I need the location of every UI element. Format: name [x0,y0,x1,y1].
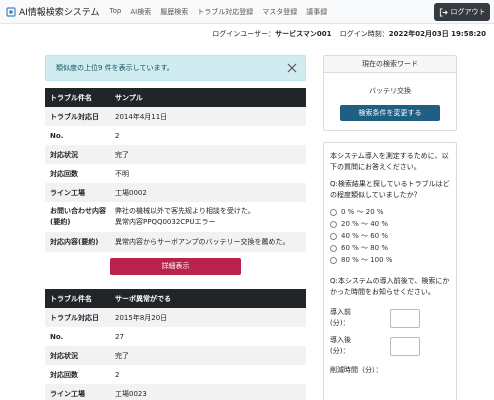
result-count-alert: 類似度の上位9 件を表示しています。 [45,55,306,81]
login-time: 2022年02月03日 19:58:20 [388,30,486,38]
option-label: 60 % ～ 80 % [341,244,389,252]
app-title[interactable]: AI情報検索システム [19,5,100,18]
field-label: ライン工場 [45,183,110,202]
field-label: 対応回数 [45,164,110,183]
before-label: 導入前 (分)： [330,308,351,327]
field-label: 対応内容(要約) [45,232,110,252]
radio-button[interactable] [330,256,337,264]
survey-question-1: Q:検索結果と探しているトラブルはどの程度類似していましたか？ [330,180,450,199]
detail-button[interactable]: 詳細表示 [110,258,241,275]
logout-icon [439,7,448,17]
option-label: 40 % ～ 60 % [341,232,389,240]
field-value: 2 [110,365,306,384]
radio-option[interactable]: 60 % ～ 80 % [330,242,450,254]
before-time-row: 導入前 (分)： [330,307,450,329]
field-label: ライン工場 [45,384,110,400]
table-row: トラブル対応日 2015年8月20日 [45,308,306,327]
similarity-options: 0 % ～ 20 % 20 % ～ 40 % 40 % ～ 60 % 60 % … [330,206,450,266]
nav-link-history-search[interactable]: 履歴検索 [160,7,188,17]
option-label: 0 % ～ 20 % [341,208,384,216]
table-row: No. 27 [45,327,306,346]
table-row: No. 2 [45,126,306,145]
login-user: サービスマン001 [275,30,332,38]
nav-link-ai-search[interactable]: AI検索 [130,7,151,17]
option-label: 80 % ～ 100 % [341,256,393,264]
after-minutes-input[interactable] [390,336,420,356]
field-value: 異常内容からサーボアンプのバッテリー交換を薦めた。 [110,232,306,252]
survey-card: 本システム導入を測定するために、以下の質問にお答えください。 Q:検索結果と探し… [323,142,457,400]
field-value: 2 [110,126,306,145]
radio-button[interactable] [330,220,337,228]
radio-option[interactable]: 20 % ～ 40 % [330,218,450,230]
radio-button[interactable] [330,208,337,216]
field-label: トラブル件名 [45,88,110,107]
field-label: トラブル対応日 [45,107,110,126]
close-icon[interactable] [286,62,298,74]
alert-text: 類似度の上位9 件を表示しています。 [56,64,174,72]
survey-intro: 本システム導入を測定するために、以下の質問にお答えください。 [330,152,449,171]
field-value: 2015年8月20日 [110,308,306,327]
nav-link-top[interactable]: Top [110,7,122,17]
after-label: 導入後 (分)： [330,336,351,355]
table-row: 対応内容(要約) 異常内容からサーボアンプのバッテリー交換を薦めた。 [45,232,306,252]
table-row: トラブル件名 サーボ異常がでる [45,289,306,308]
logout-button[interactable]: ログアウト [434,3,490,21]
radio-option[interactable]: 40 % ～ 60 % [330,230,450,242]
reduction-label: 削減時間（分）： [330,366,383,374]
results-column: 類似度の上位9 件を表示しています。 トラブル件名 サンプル トラブル対応日 201… [45,55,306,400]
table-row: 対応回数 2 [45,365,306,384]
field-label: No. [45,126,110,145]
keyword-card: 現在の検索ワード バッテリ交換 検索条件を変更する [323,55,457,131]
nav-link-minutes[interactable]: 議事録 [306,7,327,17]
current-keyword: バッテリ交換 [369,87,411,95]
radio-option[interactable]: 80 % ～ 100 % [330,254,450,266]
field-label: お問い合わせ内容(要約) [45,202,110,232]
navbar: AI情報検索システム Top AI検索 履歴検索 トラブル対応登録 マスタ登録 … [0,0,494,24]
field-label: トラブル対応日 [45,308,110,327]
radio-button[interactable] [330,232,337,240]
result-table-1: トラブル件名 サンプル トラブル対応日 2014年4月11日 No. 2 対応状況 完了… [45,88,306,252]
table-row: トラブル対応日 2014年4月11日 [45,107,306,126]
login-time-label: ログイン時刻： [339,30,389,38]
table-row: 対応状況 完了 [45,346,306,365]
field-value: 完了 [110,145,306,164]
field-value: 工場0023 [110,384,306,400]
field-value: サーボ異常がでる [110,289,306,308]
keyword-card-title: 現在の検索ワード [324,56,456,73]
radio-button[interactable] [330,244,337,252]
logout-label: ログアウト [450,8,486,16]
nav-link-trouble-register[interactable]: トラブル対応登録 [197,7,253,17]
field-label: トラブル件名 [45,289,110,308]
field-label: 対応状況 [45,346,110,365]
option-label: 20 % ～ 40 % [341,220,389,228]
table-row: 対応回数 不明 [45,164,306,183]
field-value: 2014年4月11日 [110,107,306,126]
nav-link-master-register[interactable]: マスタ登録 [262,7,297,17]
app-logo-icon [6,6,16,17]
login-user-label: ログインユーザー： [212,30,276,38]
survey-question-2: Q:本システムの導入前後で、検索にかかった時間をお知らせください。 [330,277,450,296]
login-info: ログインユーザー：サービスマン001 ログイン時刻：2022年02月03日 19… [206,29,486,39]
field-label: No. [45,327,110,346]
field-value: 完了 [110,346,306,365]
table-row: トラブル件名 サンプル [45,88,306,107]
field-value: サンプル [110,88,306,107]
field-value: 27 [110,327,306,346]
before-minutes-input[interactable] [390,308,420,328]
field-label: 対応状況 [45,145,110,164]
nav-links: Top AI検索 履歴検索 トラブル対応登録 マスタ登録 議事録 [110,7,337,17]
field-value: 不明 [110,164,306,183]
table-row: 対応状況 完了 [45,145,306,164]
radio-option[interactable]: 0 % ～ 20 % [330,206,450,218]
change-search-button[interactable]: 検索条件を変更する [340,105,440,121]
field-label: 対応回数 [45,365,110,384]
table-row: ライン工場 工場0002 [45,183,306,202]
after-time-row: 導入後 (分)： [330,335,450,357]
field-value: 弊社の機械以外で客先规より相談を受けた。 異常内容PPQQ0032CPUエラー [110,202,306,232]
table-row: お問い合わせ内容(要約) 弊社の機械以外で客先规より相談を受けた。 異常内容PPQ… [45,202,306,232]
table-row: ライン工場 工場0023 [45,384,306,400]
result-table-2: トラブル件名 サーボ異常がでる トラブル対応日 2015年8月20日 No. 27 対… [45,289,306,400]
field-value: 工場0002 [110,183,306,202]
